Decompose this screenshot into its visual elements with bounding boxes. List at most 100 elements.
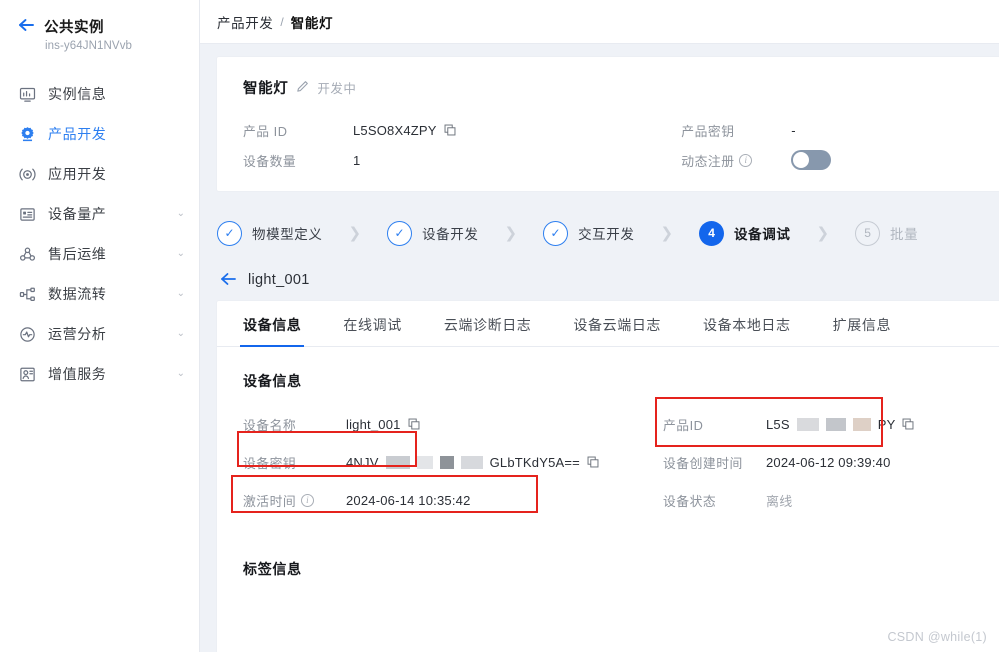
copy-icon[interactable] (587, 456, 599, 468)
arrow-left-icon[interactable] (220, 272, 237, 289)
redaction-block (385, 455, 410, 469)
redaction-block (439, 455, 454, 469)
info-icon[interactable]: i (739, 153, 753, 167)
product-id-value-wrap: L5SO8X4ZPY (353, 123, 456, 138)
tab-online-debug[interactable]: 在线调试 (343, 315, 401, 346)
step-3[interactable]: ✓ 交互开发 (543, 220, 635, 246)
product-overview-card: 智能灯 开发中 产品 ID L5SO8X4ZPY 设备数量 1 产品密钥 - 动… (217, 57, 999, 191)
instance-title-row[interactable]: 公共实例 (18, 16, 199, 37)
page-title: 智能灯 (243, 81, 289, 97)
device-info-section: 设备信息 设备名称 light_001 设备密钥 4NJV GLbTKdY5A=… (217, 347, 999, 519)
step-5[interactable]: 5 批量 (855, 220, 918, 246)
activation-time-row: 激活时间 i 2024-06-14 10:35:42 (243, 481, 663, 519)
tab-extended-info[interactable]: 扩展信息 (833, 315, 891, 346)
copy-icon[interactable] (444, 124, 456, 136)
device-count-value: 1 (353, 152, 361, 168)
copy-icon[interactable] (902, 418, 914, 430)
tab-bar: 设备信息 在线调试 云端诊断日志 设备云端日志 设备本地日志 扩展信息 (217, 301, 999, 347)
device-info-left-column: 设备名称 light_001 设备密钥 4NJV GLbTKdY5A== 激活时… (231, 405, 663, 519)
product-id-row: 产品ID L5S PY (663, 405, 999, 443)
tab-device-cloud-log[interactable]: 设备云端日志 (573, 315, 661, 346)
chevron-down-icon[interactable]: ⌄ (177, 209, 185, 219)
monitor-icon (18, 85, 37, 104)
product-id-prefix: L5S (766, 416, 790, 432)
sidebar-item-instance-info[interactable]: 实例信息 (0, 74, 199, 114)
product-fields-left: 产品 ID L5SO8X4ZPY 设备数量 1 (243, 115, 681, 175)
product-fields: 产品 ID L5SO8X4ZPY 设备数量 1 产品密钥 - 动态注册 i (243, 115, 999, 175)
arrow-left-icon[interactable] (18, 18, 35, 35)
product-id-label: 产品ID (663, 417, 704, 433)
step-indicator: ✓ 物模型定义 ❯ ✓ 设备开发 ❯ ✓ 交互开发 ❯ 4 设备调试 ❯ 5 批… (217, 205, 999, 261)
sidebar-item-value-added[interactable]: 增值服务 ⌄ (0, 354, 199, 394)
step-separator-icon: ❯ (816, 225, 830, 242)
product-secret-row: 产品密钥 - (681, 115, 999, 145)
sidebar-item-label: 实例信息 (48, 86, 107, 102)
sitemap-icon (18, 285, 37, 304)
step-4-label: 设备调试 (734, 227, 791, 242)
step-1[interactable]: ✓ 物模型定义 (217, 220, 323, 246)
activation-time-text: 激活时间 (243, 493, 297, 509)
tab-device-local-log[interactable]: 设备本地日志 (703, 315, 791, 346)
device-count-label: 设备数量 (243, 153, 297, 169)
step-5-circle: 5 (855, 220, 881, 246)
step-2[interactable]: ✓ 设备开发 (387, 220, 478, 246)
step-separator-icon: ❯ (348, 225, 362, 242)
target-icon (18, 165, 37, 184)
dynamic-register-text: 动态注册 (681, 153, 735, 169)
redaction-block (825, 417, 846, 431)
step-3-circle: ✓ (543, 220, 569, 246)
product-id-row: 产品 ID L5SO8X4ZPY (243, 115, 681, 145)
dynamic-register-toggle[interactable] (791, 150, 832, 170)
device-secret-suffix: GLbTKdY5A== (489, 454, 580, 470)
tab-device-info[interactable]: 设备信息 (239, 315, 305, 347)
sidebar: 公共实例 ins-y64JN1NVvb 实例信息 产品开发 应用开发 设备量产 … (0, 0, 200, 652)
sidebar-item-device-production[interactable]: 设备量产 ⌄ (0, 194, 199, 234)
chevron-down-icon[interactable]: ⌄ (177, 329, 185, 339)
dynamic-register-control (791, 150, 832, 170)
tab-cloud-diagnostic-log[interactable]: 云端诊断日志 (444, 315, 532, 346)
sidebar-item-app-dev[interactable]: 应用开发 (0, 154, 199, 194)
product-id-suffix: PY (877, 416, 896, 432)
chevron-down-icon[interactable]: ⌄ (177, 369, 185, 379)
info-icon[interactable]: i (301, 493, 315, 507)
device-info-grid: 设备名称 light_001 设备密钥 4NJV GLbTKdY5A== 激活时… (231, 397, 999, 519)
device-info-heading: 设备信息 (243, 373, 302, 389)
chevron-down-icon[interactable]: ⌄ (177, 289, 185, 299)
product-id-value: L5SO8X4ZPY (353, 122, 437, 138)
breadcrumb-parent[interactable]: 产品开发 (217, 12, 273, 32)
device-status-row: 设备状态 离线 (663, 481, 999, 519)
redaction-block (416, 455, 433, 469)
pulse-circle-icon (18, 325, 37, 344)
pencil-icon[interactable] (296, 80, 309, 96)
device-name-value-wrap: light_001 (346, 417, 420, 432)
page-scroll-area: 智能灯 开发中 产品 ID L5SO8X4ZPY 设备数量 1 产品密钥 - 动… (200, 44, 999, 652)
product-id-value-wrap: L5S PY (766, 417, 914, 432)
chevron-down-icon[interactable]: ⌄ (177, 249, 185, 259)
device-secret-label: 设备密钥 (243, 455, 297, 471)
step-1-label: 物模型定义 (252, 227, 323, 242)
sidebar-item-label: 增值服务 (48, 366, 107, 382)
step-2-circle: ✓ (387, 220, 413, 246)
sidebar-item-ops-analysis[interactable]: 运营分析 ⌄ (0, 314, 199, 354)
product-title-row: 智能灯 开发中 (243, 77, 999, 98)
sidebar-item-after-sales[interactable]: 售后运维 ⌄ (0, 234, 199, 274)
toggle-knob (793, 152, 810, 168)
device-created-label: 设备创建时间 (663, 455, 743, 471)
sidebar-item-data-flow[interactable]: 数据流转 ⌄ (0, 274, 199, 314)
watermark: CSDN @while(1) (887, 630, 987, 644)
step-4[interactable]: 4 设备调试 (699, 220, 791, 246)
tag-info-heading: 标签信息 (243, 561, 302, 577)
device-detail-card: 设备信息 在线调试 云端诊断日志 设备云端日志 设备本地日志 扩展信息 设备信息… (217, 301, 999, 652)
sidebar-item-label: 设备量产 (48, 206, 107, 222)
device-header: light_001 (217, 261, 999, 299)
device-secret-row: 设备密钥 4NJV GLbTKdY5A== (243, 443, 663, 481)
instance-header: 公共实例 ins-y64JN1NVvb (0, 10, 199, 56)
instance-name: 公共实例 (44, 20, 104, 36)
service-box-icon (18, 365, 37, 384)
device-name-row: 设备名称 light_001 (243, 405, 663, 443)
device-count-row: 设备数量 1 (243, 145, 681, 175)
sidebar-item-product-dev[interactable]: 产品开发 (0, 114, 199, 154)
breadcrumb-separator: / (280, 14, 284, 29)
copy-icon[interactable] (408, 418, 420, 430)
step-3-label: 交互开发 (578, 227, 635, 242)
